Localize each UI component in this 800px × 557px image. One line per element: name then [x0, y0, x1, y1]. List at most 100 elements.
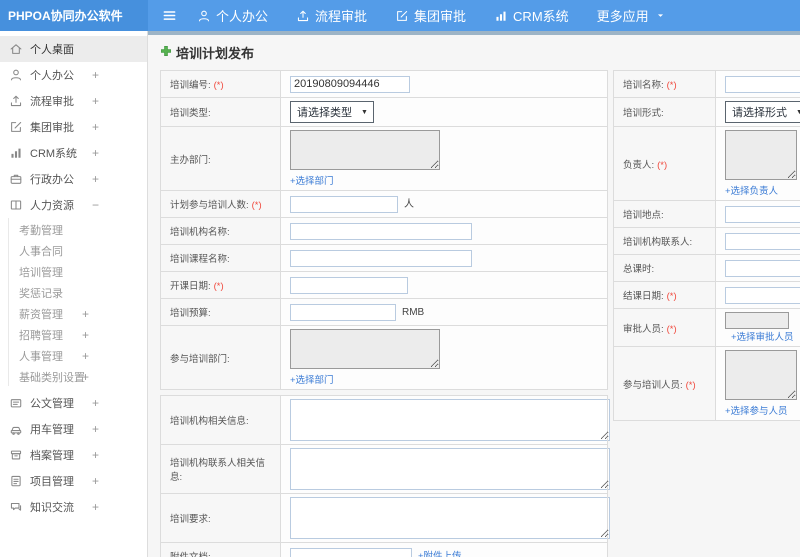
- nav-workflow-approval[interactable]: 流程审批: [296, 6, 367, 25]
- required-mark: (*): [213, 80, 224, 91]
- sidebar-subitem-personnel-mgmt[interactable]: 人事管理 +: [0, 345, 147, 366]
- required-mark: (*): [666, 80, 677, 91]
- sidebar-subitem-training-mgmt[interactable]: 培训管理: [0, 261, 147, 282]
- chevron-down-icon: ▼: [796, 108, 800, 116]
- sidebar-item-label: 公文管理: [30, 398, 74, 410]
- end-date-input[interactable]: [725, 286, 800, 304]
- menu-toggle-button[interactable]: [162, 8, 177, 23]
- attachment-doc-input[interactable]: [290, 547, 412, 557]
- form-row-training-course-name: 培训课程名称:: [160, 244, 608, 272]
- car-icon: [9, 422, 23, 436]
- upload-icon: [296, 9, 310, 23]
- sidebar-item-workflow-approval[interactable]: 流程审批 +: [0, 88, 147, 114]
- training-form-select[interactable]: 请选择形式 ▼: [725, 101, 800, 123]
- sidebar-item-project-mgmt[interactable]: 项目管理 +: [0, 468, 147, 494]
- training-no-input[interactable]: [290, 75, 410, 93]
- host-department-select-link[interactable]: +选择部门: [290, 173, 603, 187]
- form-row-training-form: 培训形式: 请选择形式 ▼: [613, 97, 800, 127]
- sidebar-item-document-mgmt[interactable]: 公文管理 +: [0, 390, 147, 416]
- page-title-row: 培训计划发布: [160, 43, 800, 62]
- training-name-label: 培训名称:: [623, 80, 664, 91]
- training-org-name-input[interactable]: [290, 222, 472, 240]
- training-location-input[interactable]: [725, 205, 800, 223]
- top-nav: 个人办公 流程审批 集团审批 CRM系统 更多应用: [148, 0, 693, 31]
- sidebar-subitem-label: 培训管理: [19, 266, 63, 279]
- training-org-name-label: 培训机构名称:: [170, 227, 230, 238]
- form-row-training-budget: 培训预算: RMB: [160, 298, 608, 326]
- sidebar-subitem-label: 招聘管理: [19, 329, 63, 342]
- training-org-contact-input[interactable]: [725, 232, 800, 250]
- sidebar-item-admin-office[interactable]: 行政办公 +: [0, 166, 147, 192]
- org-related-info-textarea[interactable]: [290, 399, 610, 441]
- form-row-participating-departments: 参与培训部门: +选择部门: [160, 325, 608, 390]
- sidebar-item-label: 知识交流: [30, 502, 74, 514]
- participating-departments-select-link[interactable]: +选择部门: [290, 372, 603, 386]
- nav-personal-office[interactable]: 个人办公: [197, 6, 268, 25]
- form-row-training-requirements: 培训要求:: [160, 493, 610, 543]
- training-type-label: 培训类型:: [170, 108, 211, 119]
- training-course-name-input[interactable]: [290, 249, 472, 267]
- planned-participants-input[interactable]: [290, 195, 398, 213]
- expand-toggle-icon: +: [82, 306, 90, 321]
- sidebar-subitem-reward-punishment[interactable]: 奖惩记录: [0, 282, 147, 303]
- expand-toggle-icon: +: [92, 474, 100, 488]
- total-class-hours-input[interactable]: [725, 259, 800, 277]
- sidebar-subitem-label: 人事管理: [19, 350, 63, 363]
- host-department-textarea[interactable]: [290, 130, 440, 170]
- training-name-input[interactable]: [725, 75, 800, 93]
- sidebar-subitem-salary-mgmt[interactable]: 薪资管理 +: [0, 303, 147, 324]
- form-row-training-org-contact: 培训机构联系人:: [613, 227, 800, 255]
- nav-more-apps[interactable]: 更多应用: [597, 6, 665, 25]
- start-date-input[interactable]: [290, 276, 408, 294]
- form-table-bottom: 培训机构相关信息: 培训机构联系人相关信息: 培训要求: 附件文档: +附件上传: [160, 395, 610, 557]
- sidebar-item-knowledge-exchange[interactable]: 知识交流 +: [0, 494, 147, 520]
- nav-group-approval[interactable]: 集团审批: [395, 6, 466, 25]
- sidebar-item-personal-desktop[interactable]: 个人桌面: [0, 36, 147, 62]
- chart-icon: [494, 9, 508, 23]
- sidebar-item-label: 个人办公: [30, 70, 74, 82]
- hamburger-icon: [162, 8, 177, 23]
- org-contact-related-info-textarea[interactable]: [290, 448, 610, 490]
- sidebar-subitem-hr-contract[interactable]: 人事合同: [0, 240, 147, 261]
- sidebar-item-human-resources[interactable]: 人力资源 −: [0, 192, 147, 218]
- training-type-select[interactable]: 请选择类型 ▼: [290, 101, 374, 123]
- sidebar-item-archive-mgmt[interactable]: 档案管理 +: [0, 442, 147, 468]
- participating-personnel-textarea[interactable]: [725, 350, 797, 400]
- form-row-attachment-doc: 附件文档: +附件上传: [160, 542, 608, 557]
- expand-toggle-icon: +: [92, 500, 100, 514]
- archive-icon: [9, 448, 23, 462]
- user-icon: [197, 9, 211, 23]
- form-row-end-date: 结课日期: (*): [613, 281, 800, 309]
- nav-crm-system[interactable]: CRM系统: [494, 6, 569, 25]
- person-in-charge-select-link[interactable]: +选择负责人: [725, 183, 800, 197]
- top-bar: PHPOA协同办公软件 个人办公 流程审批 集团审批 CRM系统 更多应用: [0, 0, 800, 31]
- training-requirements-textarea[interactable]: [290, 497, 610, 539]
- sidebar-subitem-base-category-setup[interactable]: 基础类别设置 +: [0, 366, 147, 387]
- sidebar-item-personal-office[interactable]: 个人办公 +: [0, 62, 147, 88]
- total-class-hours-label: 总课时:: [623, 264, 655, 275]
- content-top-scrollbar[interactable]: [148, 31, 800, 35]
- form-table-left: 培训编号:(*)培训类型:请选择类型▼主办部门:+选择部门计划参与培训人数:(*…: [160, 70, 608, 390]
- form-row-training-no: 培训编号: (*): [160, 70, 608, 98]
- sidebar-item-group-approval[interactable]: 集团审批 +: [0, 114, 147, 140]
- training-budget-input[interactable]: [290, 303, 396, 321]
- approvers-select-link[interactable]: +选择审批人员: [731, 332, 794, 343]
- approvers-input[interactable]: [725, 312, 789, 329]
- attachment-doc-select-link[interactable]: +附件上传: [418, 551, 462, 557]
- training-budget-unit-label: RMB: [402, 307, 425, 318]
- expand-toggle-icon: +: [92, 396, 100, 410]
- participating-personnel-select-link[interactable]: +选择参与人员: [725, 403, 800, 417]
- sidebar-subitem-attendance-mgmt[interactable]: 考勤管理: [0, 219, 147, 240]
- end-date-label: 结课日期:: [623, 291, 664, 302]
- nav-label: 更多应用: [596, 9, 649, 24]
- form-row-total-class-hours: 总课时:: [613, 254, 800, 282]
- sidebar-item-crm-system[interactable]: CRM系统 +: [0, 140, 147, 166]
- participating-departments-textarea[interactable]: [290, 329, 440, 369]
- sidebar-subitem-label: 奖惩记录: [19, 287, 63, 300]
- sidebar-item-vehicle-mgmt[interactable]: 用车管理 +: [0, 416, 147, 442]
- person-in-charge-textarea[interactable]: [725, 130, 797, 180]
- org-contact-related-info-label: 培训机构联系人相关信息:: [170, 458, 266, 483]
- training-course-name-label: 培训课程名称:: [170, 254, 230, 265]
- sidebar-item-label: 人力资源: [30, 200, 74, 212]
- sidebar-subitem-recruitment-mgmt[interactable]: 招聘管理 +: [0, 324, 147, 345]
